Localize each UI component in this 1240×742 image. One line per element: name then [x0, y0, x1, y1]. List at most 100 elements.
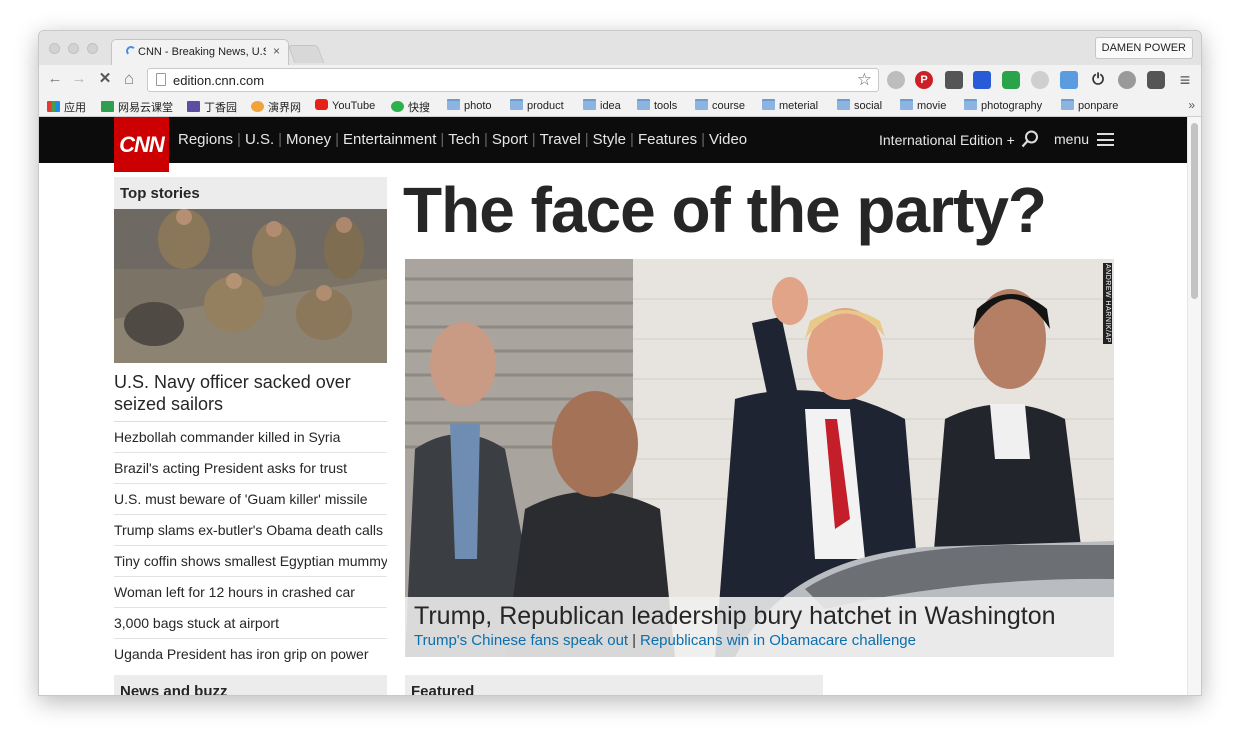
folder-icon	[964, 99, 977, 110]
apps-grid-icon	[47, 101, 60, 112]
folder-icon	[447, 99, 460, 110]
globe-extension-icon[interactable]	[887, 71, 905, 89]
cnn-nav-bar: Regions | U.S. | Money | Entertainment | Tech | Sp…	[39, 117, 1189, 163]
nav-sport[interactable]: Sport	[492, 131, 528, 148]
bookmark-folder[interactable]: photo	[447, 99, 492, 112]
address-bar[interactable]: edition.cnn.com ☆	[147, 68, 879, 92]
site-favicon-icon	[187, 101, 200, 112]
navy-sailors-thumbnail[interactable]	[114, 209, 387, 363]
bookmark-folder[interactable]: meterial	[762, 99, 818, 112]
top-story-link[interactable]: Hezbollah commander killed in Syria	[114, 422, 387, 453]
bookmark-folder[interactable]: course	[695, 99, 745, 112]
bookmarks-overflow-icon[interactable]: »	[1188, 98, 1195, 112]
evernote-icon[interactable]	[1147, 71, 1165, 89]
site-favicon-icon	[391, 101, 404, 112]
scrollbar-thumb[interactable]	[1191, 123, 1198, 299]
nav-video[interactable]: Video	[709, 131, 747, 148]
grey-extension-icon[interactable]	[1031, 71, 1049, 89]
close-window-button[interactable]	[49, 43, 60, 54]
bookmark-folder[interactable]: photography	[964, 99, 1042, 112]
search-icon[interactable]	[1021, 130, 1039, 148]
folder-icon	[695, 99, 708, 110]
bookmark-apps[interactable]: 应用	[47, 99, 86, 115]
power-icon[interactable]: ⏻	[1089, 71, 1107, 89]
hero-headline[interactable]: The face of the party?	[403, 173, 1047, 247]
hero-story[interactable]: ANDREW HARNIK/AP Trump, Republican leade…	[405, 259, 1114, 657]
hamburger-icon[interactable]	[1097, 133, 1114, 146]
page-icon	[156, 73, 166, 86]
bookmark-item[interactable]: 网易云课堂	[101, 99, 173, 115]
bookmark-item[interactable]: 演界网	[251, 99, 301, 115]
folder-icon	[1061, 99, 1074, 110]
bookmarks-bar: 应用 网易云课堂 丁香园 演界网 YouTube 快搜 photo produc…	[39, 95, 1201, 117]
top-story-link[interactable]: Trump slams ex-butler's Obama death call…	[114, 515, 387, 546]
pinterest-icon[interactable]: P	[915, 71, 933, 89]
owl-extension-icon[interactable]	[1118, 71, 1136, 89]
featured-heading: Featured	[405, 675, 823, 695]
top-stories-heading: Top stories	[114, 177, 387, 209]
folder-icon	[510, 99, 523, 110]
top-story-link[interactable]: Uganda President has iron grip on power	[114, 639, 387, 670]
loading-spinner-icon	[126, 46, 136, 56]
page-scrollbar[interactable]	[1187, 117, 1201, 695]
top-story-lead-link[interactable]: U.S. Navy officer sacked over seized sai…	[114, 363, 387, 422]
url-text[interactable]: edition.cnn.com	[173, 73, 264, 88]
stop-button[interactable]: ✕	[95, 69, 115, 89]
nav-entertainment[interactable]: Entertainment	[343, 131, 436, 148]
site-favicon-icon	[251, 101, 264, 112]
edition-selector[interactable]: International Edition +	[879, 132, 1015, 148]
chrome-menu-icon[interactable]: ≡	[1175, 70, 1195, 90]
top-story-link[interactable]: Tiny coffin shows smallest Egyptian mumm…	[114, 546, 387, 577]
nav-regions[interactable]: Regions	[178, 131, 233, 148]
top-story-link[interactable]: U.S. must beware of 'Guam killer' missil…	[114, 484, 387, 515]
bookmark-item[interactable]: 丁香园	[187, 99, 237, 115]
shield-extension-icon[interactable]	[945, 71, 963, 89]
folder-icon	[837, 99, 850, 110]
translate-extension-icon[interactable]	[1060, 71, 1078, 89]
folder-icon	[583, 99, 596, 110]
bookmark-youtube[interactable]: YouTube	[315, 99, 375, 112]
cnn-nav-links: Regions | U.S. | Money | Entertainment | Tech | Sp…	[178, 131, 748, 148]
nav-money[interactable]: Money	[286, 131, 331, 148]
bookmark-folder[interactable]: tools	[637, 99, 677, 112]
home-button[interactable]: ⌂	[119, 69, 139, 89]
back-button[interactable]: ←	[45, 69, 65, 89]
tab-bar: CNN - Breaking News, U.S. × DAMEN POWER	[39, 31, 1201, 65]
profile-button[interactable]: DAMEN POWER	[1094, 37, 1193, 59]
browser-window: CNN - Breaking News, U.S. × DAMEN POWER …	[38, 30, 1202, 696]
news-and-buzz-heading: News and buzz	[114, 675, 387, 695]
new-tab-button[interactable]	[287, 45, 325, 63]
tab-cnn[interactable]: CNN - Breaking News, U.S. ×	[111, 39, 289, 65]
folder-icon	[900, 99, 913, 110]
nav-tech[interactable]: Tech	[448, 131, 480, 148]
maximize-window-button[interactable]	[87, 43, 98, 54]
paw-extension-icon[interactable]	[973, 71, 991, 89]
bookmark-folder[interactable]: ponpare	[1061, 99, 1118, 112]
hero-caption-headline[interactable]: Trump, Republican leadership bury hatche…	[414, 602, 1105, 631]
adblock-shield-icon[interactable]	[1002, 71, 1020, 89]
nav-travel[interactable]: Travel	[540, 131, 581, 148]
bookmark-folder[interactable]: product	[510, 99, 564, 112]
top-story-link[interactable]: Brazil's acting President asks for trust	[114, 453, 387, 484]
nav-style[interactable]: Style	[593, 131, 626, 148]
bookmark-folder[interactable]: social	[837, 99, 882, 112]
top-story-link[interactable]: 3,000 bags stuck at airport	[114, 608, 387, 639]
top-story-link[interactable]: Woman left for 12 hours in crashed car	[114, 577, 387, 608]
bookmark-item[interactable]: 快搜	[391, 99, 430, 115]
forward-button[interactable]: →	[69, 69, 89, 89]
browser-toolbar: ← → ✕ ⌂ edition.cnn.com ☆ P ⏻ ≡	[39, 65, 1201, 95]
hero-related-links: Trump's Chinese fans speak out | Republica…	[414, 632, 916, 649]
bookmark-folder[interactable]: idea	[583, 99, 621, 112]
tab-close-icon[interactable]: ×	[273, 44, 280, 58]
menu-label[interactable]: menu	[1054, 131, 1089, 147]
page-viewport: Regions | U.S. | Money | Entertainment | Tech | Sp…	[39, 117, 1189, 695]
nav-us[interactable]: U.S.	[245, 131, 274, 148]
minimize-window-button[interactable]	[68, 43, 79, 54]
folder-icon	[762, 99, 775, 110]
bookmark-folder[interactable]: movie	[900, 99, 946, 112]
related-link[interactable]: Trump's Chinese fans speak out	[414, 632, 628, 649]
nav-features[interactable]: Features	[638, 131, 697, 148]
cnn-logo[interactable]: CNN	[114, 117, 169, 172]
related-link[interactable]: Republicans win in Obamacare challenge	[640, 632, 916, 649]
bookmark-star-icon[interactable]: ☆	[857, 70, 872, 90]
